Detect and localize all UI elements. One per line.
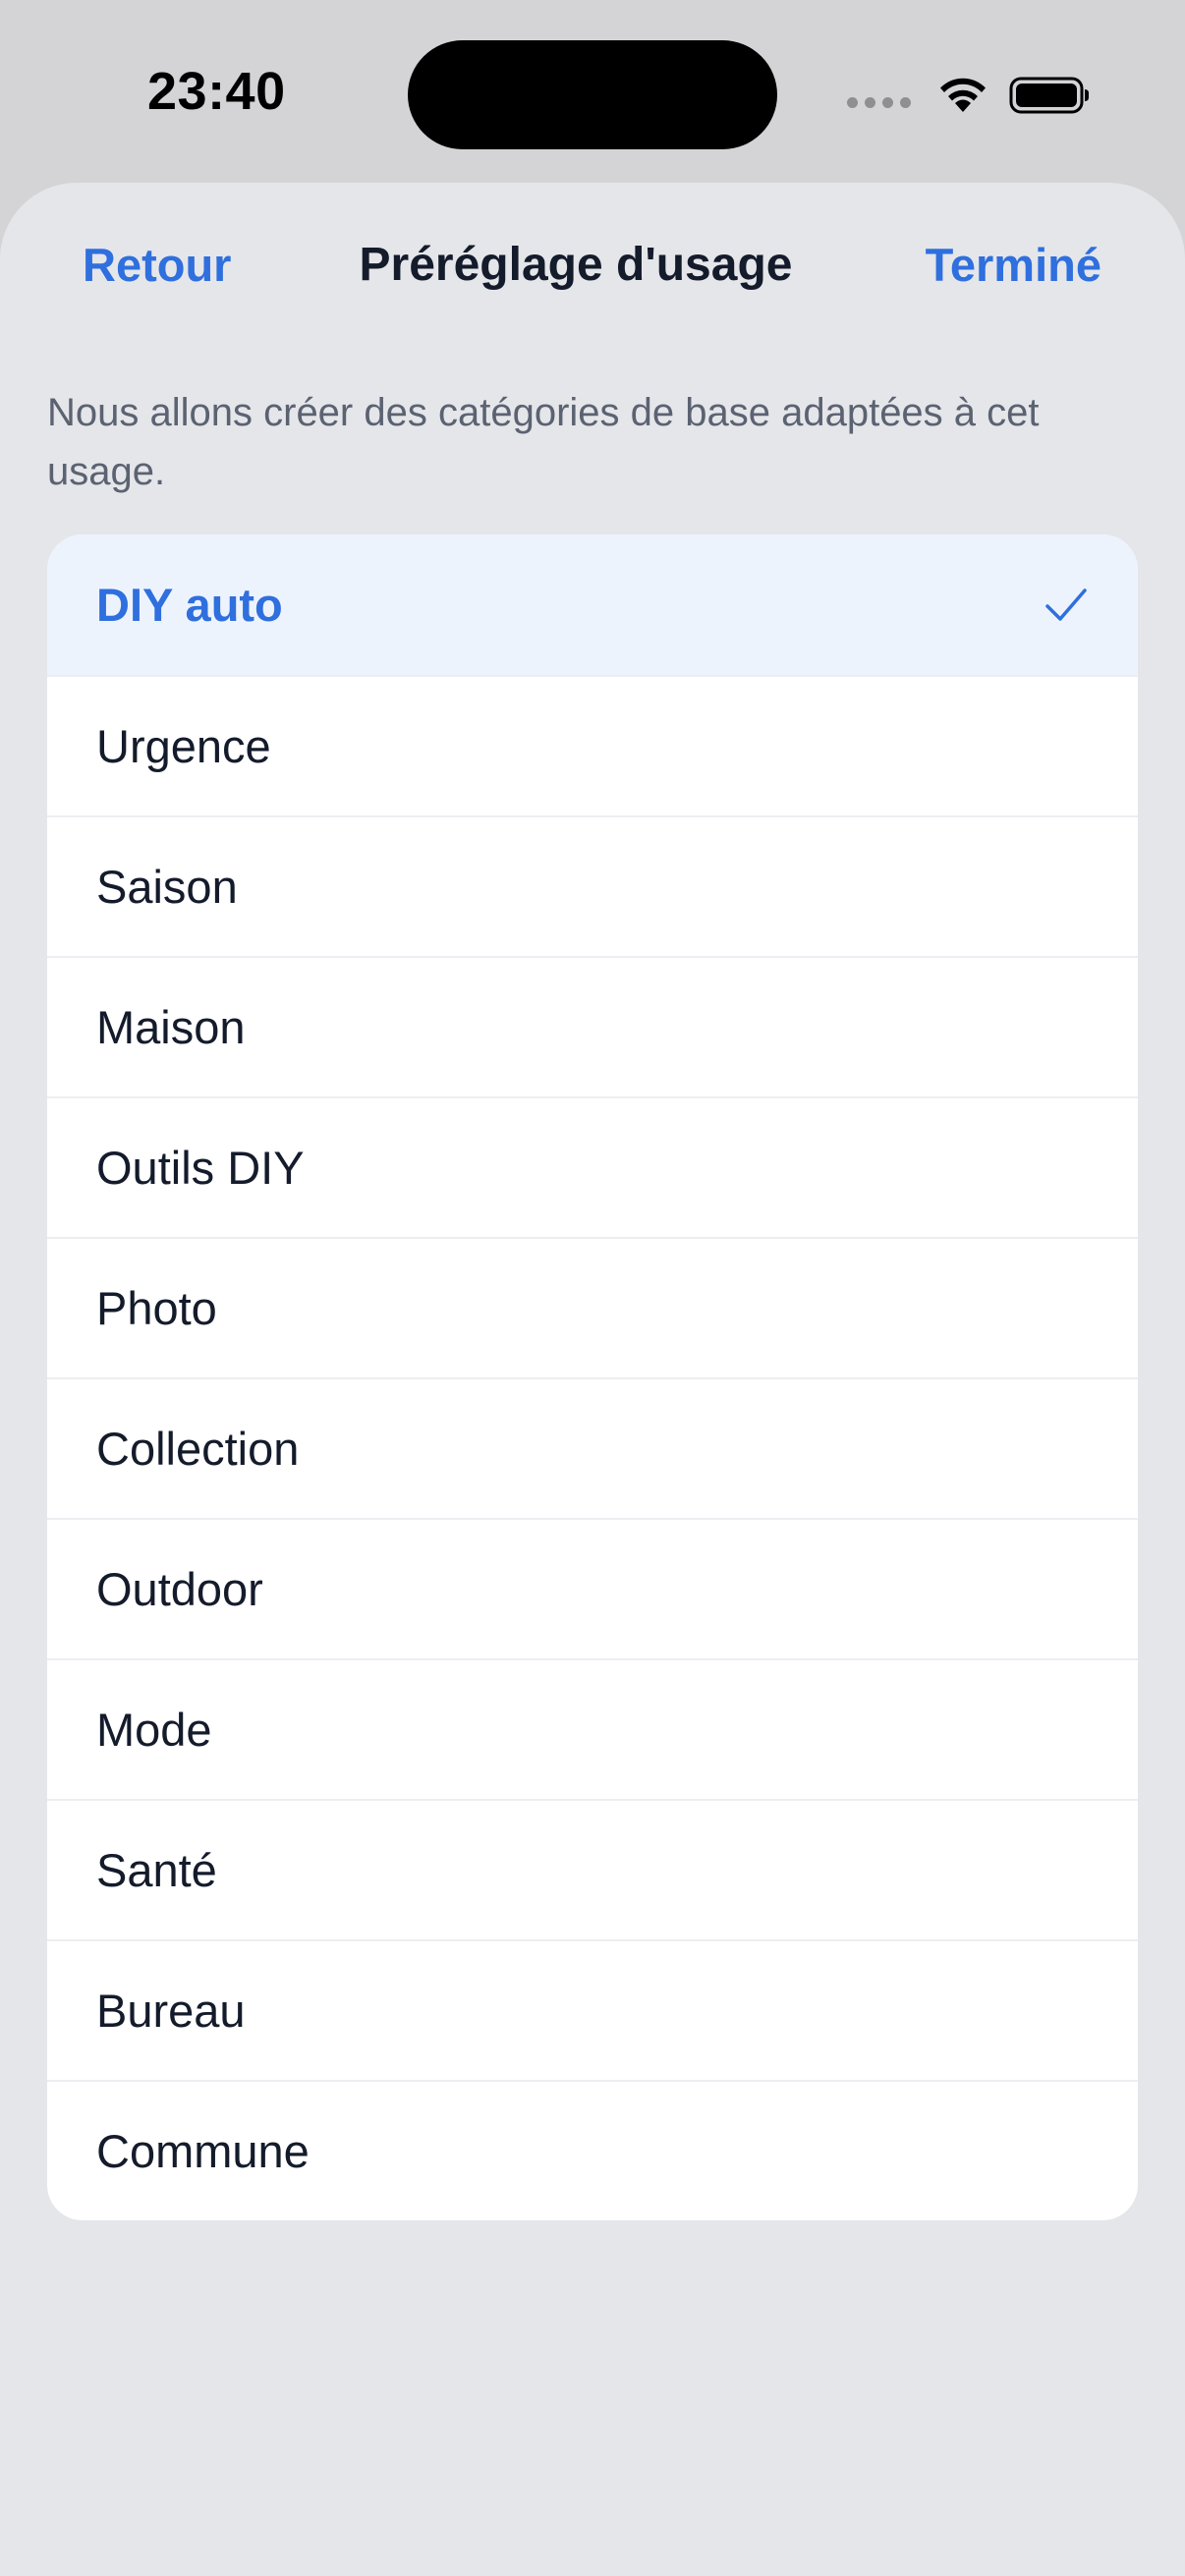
status-bar: 23:40 <box>0 0 1185 187</box>
preset-row-outils-diy[interactable]: Outils DIY <box>47 1096 1138 1237</box>
preset-row-diy-auto[interactable]: DIY auto <box>47 534 1138 675</box>
description-text: Nous allons créer des catégories de base… <box>47 391 1040 493</box>
wifi-icon <box>940 78 986 112</box>
preset-row-mode[interactable]: Mode <box>47 1658 1138 1799</box>
status-time: 23:40 <box>147 62 286 121</box>
preset-row-label: Santé <box>96 1844 217 1896</box>
preset-row-commune[interactable]: Commune <box>47 2080 1138 2220</box>
preset-sheet: Retour Préréglage d'usage Terminé Nous a… <box>0 183 1185 2576</box>
preset-row-label: Outdoor <box>96 1563 263 1615</box>
preset-row-sante[interactable]: Santé <box>47 1799 1138 1939</box>
status-icons <box>847 71 1090 120</box>
preset-list: DIY auto Urgence Saison Maison Outils DI… <box>47 534 1138 2220</box>
preset-row-label: Outils DIY <box>96 1142 305 1194</box>
preset-row-saison[interactable]: Saison <box>47 815 1138 956</box>
cellular-dots-icon <box>847 96 911 108</box>
preset-row-label: Saison <box>96 861 238 913</box>
preset-row-label: DIY auto <box>96 579 283 631</box>
preset-row-label: Mode <box>96 1704 212 1756</box>
preset-row-label: Commune <box>96 2125 310 2177</box>
preset-row-photo[interactable]: Photo <box>47 1237 1138 1377</box>
preset-row-label: Maison <box>96 1001 246 1053</box>
preset-row-outdoor[interactable]: Outdoor <box>47 1518 1138 1658</box>
navigation-bar: Retour Préréglage d'usage Terminé <box>0 183 1185 350</box>
preset-row-urgence[interactable]: Urgence <box>47 675 1138 815</box>
preset-row-bureau[interactable]: Bureau <box>47 1939 1138 2080</box>
preset-row-label: Collection <box>96 1423 300 1475</box>
done-button[interactable]: Terminé <box>926 238 1101 292</box>
preset-row-maison[interactable]: Maison <box>47 956 1138 1096</box>
preset-row-label: Urgence <box>96 720 271 772</box>
dynamic-island <box>408 40 777 149</box>
preset-row-collection[interactable]: Collection <box>47 1377 1138 1518</box>
preset-row-label: Bureau <box>96 1985 246 2037</box>
battery-icon <box>1009 77 1089 114</box>
checkmark-icon <box>1045 588 1087 621</box>
preset-row-label: Photo <box>96 1282 217 1334</box>
